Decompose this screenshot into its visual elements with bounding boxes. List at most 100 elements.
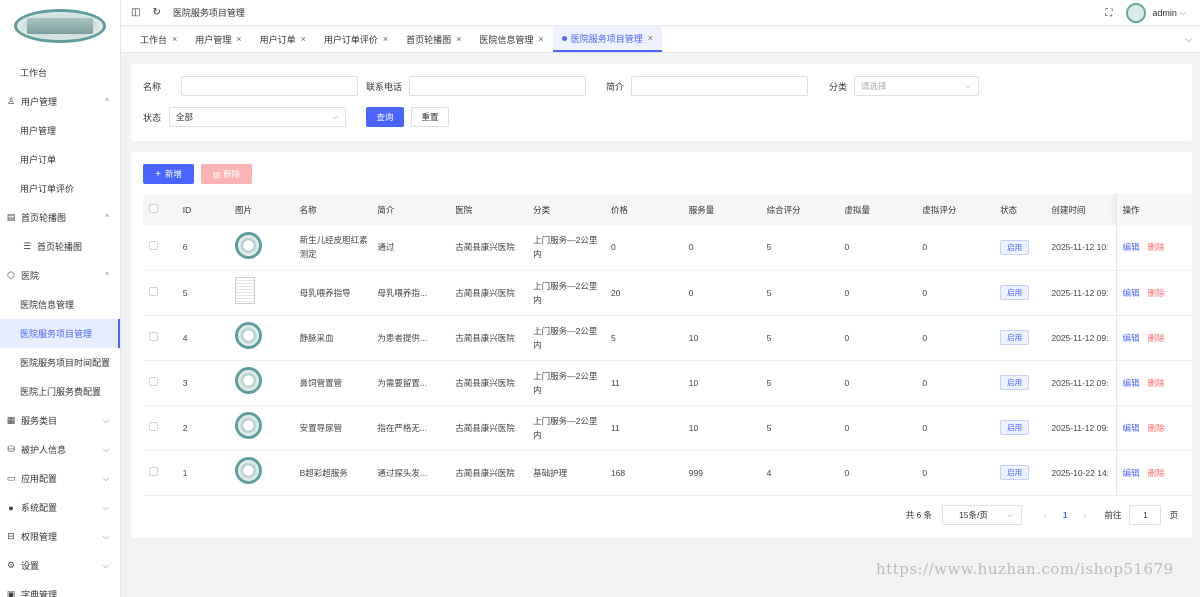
sidebar-item-5[interactable]: ▤ 首页轮播图 ^ (0, 203, 120, 232)
fullscreen-icon[interactable]: ⛶ (1105, 8, 1112, 19)
price-cell: 11 (604, 405, 683, 451)
name-cell: 鼻饲管置管 (293, 360, 372, 406)
document-thumbnail[interactable] (235, 277, 256, 304)
delete-link[interactable]: 删除 (1148, 468, 1165, 478)
prev-page-icon[interactable]: ‹ (1044, 510, 1047, 520)
table-row[interactable]: 4 静脉采血 为患者提供... 古蔺县康兴医院 上门服务—2公里内 5 10 5 0 0 启用 202… (143, 315, 1193, 361)
sidebar-item-11[interactable]: 医院上门服务费配置 (0, 377, 120, 406)
tab-5[interactable]: 医院信息管理 × (470, 26, 552, 52)
chevron-down-icon: ⌵ (964, 81, 971, 90)
goto-input[interactable]: 1 (1129, 505, 1162, 525)
category-select[interactable]: 请选择 ⌵ (854, 76, 979, 96)
delete-link[interactable]: 删除 (1148, 242, 1165, 252)
tab-1[interactable]: 用户管理 × (186, 26, 250, 52)
sidebar-item-14[interactable]: ▭ 应用配置 ⌵ (0, 464, 120, 493)
sidebar-item-17[interactable]: ⚙ 设置 ⌵ (0, 551, 120, 580)
name-input[interactable] (181, 76, 358, 96)
refresh-icon[interactable]: ↻ (152, 7, 160, 18)
phone-label: 联系电话 (366, 81, 403, 92)
sidebar-item-9[interactable]: 医院服务项目管理 (0, 319, 120, 348)
sidebar-item-4[interactable]: 用户订单评价 (0, 174, 120, 203)
hospital-logo-thumbnail[interactable] (235, 367, 263, 394)
sidebar-item-0[interactable]: 工作台 (0, 58, 120, 87)
hospital-logo-thumbnail[interactable] (235, 322, 263, 349)
close-icon[interactable]: × (301, 34, 306, 44)
page-size-select[interactable]: 15条/页 ⌵ (942, 505, 1023, 525)
image-cell (229, 225, 294, 271)
tab-2[interactable]: 用户订单 × (251, 26, 315, 52)
chevron-down-icon[interactable]: ⌵ (1180, 8, 1186, 18)
sidebar-item-18[interactable]: ▣ 字典管理 (0, 580, 120, 597)
tab-4[interactable]: 首页轮播图 × (397, 26, 470, 52)
edit-link[interactable]: 编辑 (1123, 288, 1140, 298)
volume-cell: 0 (682, 225, 761, 271)
close-icon[interactable]: × (538, 34, 543, 44)
created-cell: 2025-11-12 10: (1045, 225, 1117, 271)
hospital-logo-thumbnail[interactable] (235, 231, 263, 259)
reset-button[interactable]: 重置 (411, 107, 449, 127)
row-checkbox[interactable] (149, 421, 158, 431)
hospital-logo-thumbnail[interactable] (235, 412, 263, 439)
table-panel: + 新增 ▥ 删除 ID 图片 名称 简介 医院 分类 价格 服务量 综合评分 虚拟量 虚拟评分 状态… (131, 152, 1193, 538)
sidebar-item-1[interactable]: ♙ 用户管理 ^ (0, 87, 120, 116)
add-button[interactable]: + 新增 (143, 164, 194, 184)
close-icon[interactable]: × (383, 34, 388, 44)
sidebar-item-6[interactable]: ☰ 首页轮播图 (0, 232, 120, 261)
current-page[interactable]: 1 (1063, 510, 1068, 520)
row-checkbox[interactable] (149, 376, 158, 386)
collapse-sidebar-icon[interactable]: ◫ (131, 7, 140, 18)
phone-input[interactable] (409, 76, 586, 96)
image-cell (229, 450, 294, 496)
edit-link[interactable]: 编辑 (1123, 378, 1140, 388)
delete-link[interactable]: 删除 (1148, 333, 1165, 343)
sidebar-item-3[interactable]: 用户订单 (0, 145, 120, 174)
close-icon[interactable]: × (456, 34, 461, 44)
delete-link[interactable]: 删除 (1148, 423, 1165, 433)
tab-6[interactable]: 医院服务项目管理 × (552, 26, 662, 52)
status-select[interactable]: 全部 ⌵ (169, 107, 346, 127)
delete-button[interactable]: ▥ 删除 (201, 164, 252, 184)
sidebar-item-7[interactable]: ⬡ 医院 ^ (0, 261, 120, 290)
hospital-logo[interactable] (0, 0, 120, 52)
total-count: 共 6 条 (905, 510, 933, 520)
sidebar-item-10[interactable]: 医院服务项目时间配置 (0, 348, 120, 377)
table-row[interactable]: 5 母乳喂养指导 母乳喂养指... 古蔺县康兴医院 上门服务—2公里内 20 0 5 0 0 启用 2… (143, 270, 1193, 316)
sidebar-item-13[interactable]: ⛁ 被护人信息 ⌵ (0, 435, 120, 464)
sidebar-item-15[interactable]: ● 系统配置 ⌵ (0, 493, 120, 522)
close-icon[interactable]: × (172, 34, 177, 44)
edit-link[interactable]: 编辑 (1123, 468, 1140, 478)
select-all-checkbox[interactable] (149, 204, 158, 213)
table-row[interactable]: 3 鼻饲管置管 为需要留置... 古蔺县康兴医院 上门服务—2公里内 11 10 5 0 0 启用 2… (143, 360, 1193, 406)
close-icon[interactable]: × (648, 33, 653, 43)
row-checkbox[interactable] (149, 331, 158, 341)
sidebar-item-2[interactable]: 用户管理 (0, 116, 120, 145)
table-row[interactable]: 1 B超彩超服务 通过探头发... 古蔺县康兴医院 基础护理 168 999 4 0 0 启用 202… (143, 450, 1193, 496)
query-button[interactable]: 查询 (366, 107, 404, 127)
column-header: 图片 (229, 194, 294, 225)
row-checkbox[interactable] (149, 241, 158, 251)
table-row[interactable]: 2 安置导尿管 指在严格无... 古蔺县康兴医院 上门服务—2公里内 11 10 5 0 0 启用 2… (143, 405, 1193, 451)
next-page-icon[interactable]: › (1084, 510, 1087, 520)
username[interactable]: admin (1152, 8, 1177, 18)
avatar[interactable] (1126, 3, 1147, 23)
edit-link[interactable]: 编辑 (1123, 333, 1140, 343)
edit-link[interactable]: 编辑 (1123, 423, 1140, 433)
tab-3[interactable]: 用户订单评价 × (315, 26, 397, 52)
close-icon[interactable]: × (236, 34, 241, 44)
delete-link[interactable]: 删除 (1148, 288, 1165, 298)
delete-link[interactable]: 删除 (1148, 378, 1165, 388)
table-row[interactable]: 6 新生儿经皮胆红素测定 通过 古蔺县康兴医院 上门服务—2公里内 0 0 5 0 0 启用 2025… (143, 225, 1193, 271)
hospital-logo-thumbnail[interactable] (235, 457, 263, 484)
tab-0[interactable]: 工作台 × (131, 26, 186, 52)
sidebar-item-16[interactable]: ⊟ 权限管理 ⌵ (0, 522, 120, 551)
row-checkbox[interactable] (149, 466, 158, 476)
actions-cell: 编辑 删除 (1115, 270, 1193, 316)
volume-cell: 999 (682, 450, 761, 496)
plus-icon: + (155, 168, 161, 180)
tabs-more-icon[interactable]: ⌵ (1185, 34, 1192, 45)
row-checkbox[interactable] (149, 286, 158, 296)
sidebar-item-12[interactable]: ▦ 服务类目 ⌵ (0, 406, 120, 435)
sidebar-item-8[interactable]: 医院信息管理 (0, 290, 120, 319)
edit-link[interactable]: 编辑 (1123, 242, 1140, 252)
intro-input[interactable] (631, 76, 808, 96)
